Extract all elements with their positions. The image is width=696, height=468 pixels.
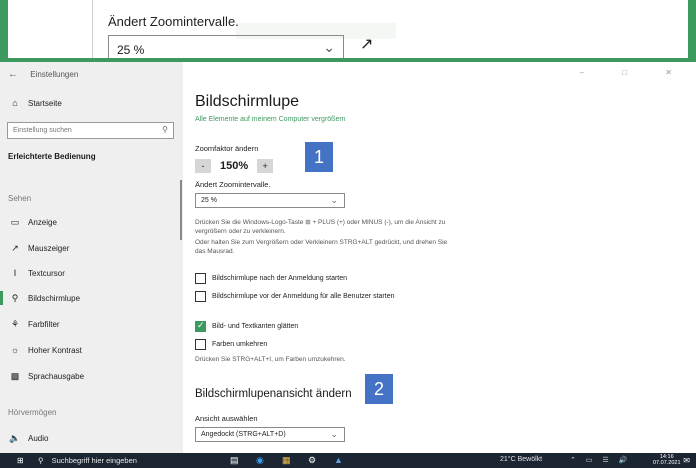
invert-colors-hint: Drücken Sie STRG+ALT+I, um Farben umzuke… [195, 356, 346, 363]
task-view-icon[interactable]: ▤ [230, 455, 239, 466]
magnifier-preview-strip: Ändert Zoomintervalle. 25 % ⌄ ↗ [0, 0, 696, 62]
sidebar-item-home[interactable]: ⌂ Startseite [8, 98, 62, 108]
smooth-edges-checkbox[interactable]: Bild- und Textkanten glätten [195, 320, 299, 332]
sidebar-item-bildschirmlupe[interactable]: ⚲ Bildschirmlupe [8, 293, 80, 304]
taskbar: ⊞ ⚲ Suchbegriff hier eingeben ▤ ◉ ▦ ⚙ ▲ … [0, 453, 696, 468]
mouse-pointer-icon: ↗ [11, 243, 19, 253]
magnifier-settings-page: – □ ✕ Bildschirmlupe Alle Elemente auf m… [183, 62, 696, 453]
sidebar-item-textcursor[interactable]: I Textcursor [8, 268, 65, 278]
monitor-icon: ▭ [10, 217, 20, 227]
sidebar-item-audio[interactable]: 🔈 Audio [8, 433, 48, 444]
checkbox-label: Bild- und Textkanten glätten [212, 323, 299, 330]
section-label-hoeren: Hörvermögen [8, 408, 57, 417]
checkbox-unchecked[interactable] [195, 273, 206, 284]
shortcut-description: Drücken Sie die Windows-Logo-Taste ⊞ + P… [195, 219, 446, 235]
chevron-down-icon: ⌄ [323, 39, 335, 55]
section-title-view: Bildschirmlupenansicht ändern [195, 388, 352, 400]
annotation-badge-2: 2 [365, 374, 393, 404]
invert-colors-checkbox[interactable]: Farben umkehren [195, 339, 267, 350]
annotation-badge-1: 1 [305, 142, 333, 172]
window-controls[interactable]: – □ ✕ [580, 68, 690, 77]
zoom-factor-stepper: - 150% + [195, 159, 274, 173]
chevron-down-icon: ⌄ [330, 429, 338, 439]
checkbox-unchecked[interactable] [195, 291, 206, 302]
taskbar-search-placeholder: Suchbegriff hier eingeben [51, 456, 137, 465]
zoom-interval-select[interactable]: 25 % ⌄ [195, 193, 345, 208]
taskbar-search-box[interactable]: ⚲ Suchbegriff hier eingeben [38, 456, 137, 465]
zoom-factor-value: 150% [220, 160, 249, 172]
start-after-signin-checkbox[interactable]: Bildschirmlupe nach der Anmeldung starte… [195, 273, 347, 284]
sidebar-item-label: Audio [28, 434, 49, 443]
home-icon: ⌂ [12, 98, 18, 108]
section-label-sehen: Sehen [8, 194, 32, 203]
text-cursor-icon: I [13, 268, 17, 278]
page-title: Bildschirmlupe [195, 93, 300, 110]
sidebar-item-label: Startseite [28, 98, 62, 108]
checkbox-checked[interactable] [195, 320, 206, 332]
sidebar-item-label: Hoher Kontrast [28, 345, 82, 355]
windows-start-icon[interactable]: ⊞ [17, 456, 24, 465]
sidebar-item-label: Farbfilter [28, 320, 60, 329]
zoom-interval-label: Ändert Zoomintervalle. [195, 180, 271, 189]
zoom-interval-value-magnified: 25 % [117, 43, 145, 57]
sidebar-item-sprachausgabe[interactable]: ▩ Sprachausgabe [8, 371, 84, 382]
mouse-wheel-description: Oder halten Sie zum Vergrößern oder Verk… [195, 239, 448, 255]
view-select-label: Ansicht auswählen [195, 414, 258, 423]
mouse-cursor-icon: ↗ [360, 36, 374, 53]
checkbox-label: Bildschirmlupe vor der Anmeldung für all… [212, 293, 395, 300]
narrator-icon: ▩ [10, 371, 20, 381]
sidebar-item-label: Textcursor [28, 268, 65, 278]
search-placeholder: Einstellung suchen [13, 127, 72, 134]
sidebar-item-label: Sprachausgabe [28, 372, 85, 381]
speaker-icon: 🔈 [9, 433, 21, 443]
zoom-interval-select-magnified[interactable]: 25 % ⌄ [108, 35, 344, 58]
sidebar-item-anzeige[interactable]: ▭ Anzeige [8, 217, 57, 228]
magnifier-icon: ⚲ [11, 293, 19, 303]
file-explorer-icon[interactable]: ▦ [282, 455, 291, 466]
divider [92, 0, 93, 58]
page-subtitle-link[interactable]: Alle Elemente auf meinem Computer vergrö… [195, 116, 346, 123]
sidebar-item-farbfilter[interactable]: ⚘ Farbfilter [8, 319, 60, 330]
sidebar-scrollbar[interactable] [180, 180, 182, 240]
sidebar-item-label: Mauszeiger [28, 244, 70, 253]
back-arrow-icon[interactable]: ← [8, 69, 18, 80]
zoom-interval-value: 25 % [201, 197, 217, 204]
notification-icon[interactable]: ✉ [683, 456, 690, 465]
window-header: ← Einstellungen [8, 69, 78, 80]
photos-app-icon[interactable]: ▲ [334, 455, 343, 465]
chevron-down-icon: ⌄ [330, 195, 338, 205]
checkbox-unchecked[interactable] [195, 339, 206, 350]
sidebar-item-label: Bildschirmlupe [28, 294, 81, 303]
zoom-increase-button[interactable]: + [257, 159, 274, 173]
zoom-interval-label-magnified: Ändert Zoomintervalle. [108, 14, 239, 29]
checkbox-label: Bildschirmlupe nach der Anmeldung starte… [212, 275, 348, 282]
search-icon: ⚲ [162, 125, 168, 134]
clock[interactable]: 14:16 07.07.2021 [653, 454, 681, 466]
settings-search-input[interactable]: Einstellung suchen ⚲ [7, 122, 174, 139]
view-select[interactable]: Angedockt (STRG+ALT+D) ⌄ [195, 427, 345, 442]
sidebar-item-mauszeiger[interactable]: ↗ Mauszeiger [8, 243, 69, 254]
search-icon: ⚲ [38, 456, 44, 465]
view-select-value: Angedockt (STRG+ALT+D) [201, 431, 286, 438]
category-heading: Erleichterte Bedienung [8, 152, 96, 161]
contrast-icon: ☼ [10, 345, 20, 355]
zoom-factor-label: Zoomfaktor ändern [195, 144, 259, 153]
start-before-signin-checkbox[interactable]: Bildschirmlupe vor der Anmeldung für all… [195, 291, 394, 302]
zoom-decrease-button[interactable]: - [195, 159, 211, 173]
edge-browser-icon[interactable]: ◉ [256, 455, 264, 466]
clock-date: 07.07.2021 [653, 460, 681, 466]
color-filter-icon: ⚘ [10, 319, 20, 329]
window-title: Einstellungen [30, 70, 79, 79]
checkbox-label: Farben umkehren [212, 341, 268, 348]
settings-sidebar: ← Einstellungen ⌂ Startseite Einstellung… [0, 62, 183, 453]
weather-widget[interactable]: 21°C Bewölkt [500, 456, 542, 463]
active-indicator [0, 291, 3, 305]
sidebar-item-label: Anzeige [28, 218, 57, 227]
system-tray-icons[interactable]: ⌃ ▭ ☰ 🔊 [570, 456, 631, 464]
sidebar-item-hoher-kontrast[interactable]: ☼ Hoher Kontrast [8, 345, 82, 355]
settings-gear-icon[interactable]: ⚙ [308, 455, 316, 466]
